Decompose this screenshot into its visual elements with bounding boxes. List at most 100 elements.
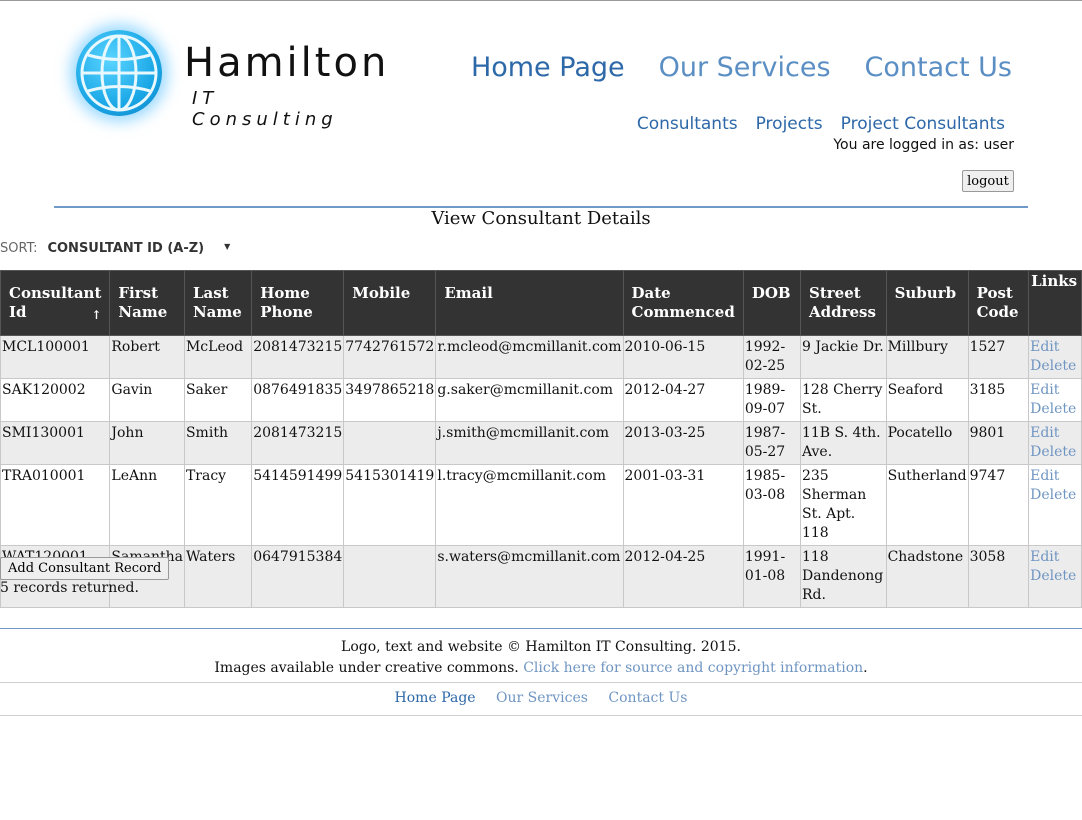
nav-our-services[interactable]: Our Services (659, 52, 831, 83)
column-header[interactable]: Suburb (885, 270, 969, 336)
footer-nav-services[interactable]: Our Services (496, 690, 588, 706)
edit-link[interactable]: Edit (1030, 338, 1080, 357)
column-header-label: Last Name (192, 284, 242, 321)
column-header[interactable]: First Name (109, 270, 185, 336)
column-header[interactable]: Consultant Id ↑ (0, 270, 111, 336)
column-header-label: Suburb (894, 284, 957, 302)
table-cell: Tracy (183, 464, 253, 546)
table-cell: LeAnn (109, 464, 185, 546)
footer-nav: Home Page Our Services Contact Us (0, 690, 1082, 706)
table-cell: Gavin (109, 378, 185, 422)
add-consultant-button[interactable]: Add Consultant Record (0, 557, 170, 580)
table-cell: SAK120002 (0, 378, 111, 422)
edit-link[interactable]: Edit (1030, 467, 1080, 486)
copyright-info-link[interactable]: Click here for source and copyright info… (523, 660, 863, 676)
table-cell: 1527 (967, 335, 1030, 379)
delete-link[interactable]: Delete (1030, 567, 1080, 586)
brand-subtitle: IT Consulting (192, 88, 338, 130)
table-cell: 7742761572 (343, 335, 437, 379)
nav-home-page[interactable]: Home Page (471, 52, 625, 83)
table-cell: 2081473215 (251, 421, 345, 465)
table-cell: 11B S. 4th. Ave. (799, 421, 887, 465)
delete-link[interactable]: Delete (1030, 400, 1080, 419)
site-logo[interactable]: Hamilton IT Consulting (64, 20, 386, 132)
table-cell: j.smith@mcmillanit.com (435, 421, 624, 465)
column-header-label: Consultant Id (9, 284, 102, 321)
table-row: TRA010001 LeAnn Tracy 5414591499 5415301419 l… (0, 464, 1082, 546)
table-cell: 2001-03-31 (622, 464, 744, 546)
footer-divider-2 (0, 682, 1082, 683)
table-cell (343, 545, 437, 608)
table-cell: Saker (183, 378, 253, 422)
delete-link[interactable]: Delete (1030, 443, 1080, 462)
table-cell: 3185 (967, 378, 1030, 422)
table-row: SAK120002 Gavin Saker 0876491835 3497865218 g… (0, 378, 1082, 422)
table-cell: SMI130001 (0, 421, 111, 465)
delete-link[interactable]: Delete (1030, 357, 1080, 376)
table-cell: 3497865218 (343, 378, 437, 422)
page-title: View Consultant Details (431, 208, 651, 229)
nav-contact-us[interactable]: Contact Us (865, 52, 1012, 83)
top-border (0, 0, 1082, 1)
sort-ascending-icon[interactable]: ↑ (91, 306, 101, 325)
subnav-consultants[interactable]: Consultants (637, 114, 738, 134)
column-header-label: DOB (751, 284, 791, 302)
table-cell: 9801 (967, 421, 1030, 465)
row-links-cell: Edit Delete (1028, 545, 1082, 608)
table-cell: MCL100001 (0, 335, 111, 379)
table-cell: 5415301419 (343, 464, 437, 546)
table-cell: 2010-06-15 (622, 335, 744, 379)
dropdown-caret-icon[interactable]: ▼ (224, 242, 230, 251)
column-header[interactable]: Date Commenced (622, 270, 744, 336)
table-cell: John (109, 421, 185, 465)
table-cell: Waters (183, 545, 253, 608)
images-text-end: . (863, 660, 868, 676)
sort-control[interactable]: SORT: CONSULTANT ID (A-Z) ▼ (0, 241, 230, 256)
edit-link[interactable]: Edit (1030, 424, 1080, 443)
edit-link[interactable]: Edit (1030, 548, 1080, 567)
table-cell: Chadstone (885, 545, 969, 608)
column-header[interactable]: Links (1028, 270, 1082, 336)
column-header-label: Date Commenced (631, 284, 735, 321)
subnav-project-consultants[interactable]: Project Consultants (841, 114, 1005, 134)
table-cell: 128 Cherry St. (799, 378, 887, 422)
footer-copyright: Logo, text and website © Hamilton IT Con… (341, 639, 741, 655)
table-cell: s.waters@mcmillanit.com (435, 545, 624, 608)
table-cell: Robert (109, 335, 185, 379)
column-header[interactable]: Street Address (799, 270, 887, 336)
footer-images-notice: Images available under creative commons.… (0, 660, 1082, 676)
table-row: MCL100001 Robert McLeod 2081473215 774276157… (0, 335, 1082, 379)
edit-link[interactable]: Edit (1030, 381, 1080, 400)
column-header-label: First Name (118, 284, 168, 321)
table-cell: 1991-01-08 (742, 545, 801, 608)
table-cell: 1992-02-25 (742, 335, 801, 379)
column-header-label: Home Phone (260, 284, 313, 321)
delete-link[interactable]: Delete (1030, 486, 1080, 505)
footer-nav-contact[interactable]: Contact Us (608, 690, 687, 706)
table-cell: l.tracy@mcmillanit.com (435, 464, 624, 546)
column-header[interactable]: Last Name (183, 270, 253, 336)
subnav-projects[interactable]: Projects (756, 114, 823, 134)
column-header[interactable]: DOB (742, 270, 801, 336)
footer-nav-home[interactable]: Home Page (395, 690, 476, 706)
table-cell: 9 Jackie Dr. (799, 335, 887, 379)
row-links-cell: Edit Delete (1028, 464, 1082, 546)
table-cell: g.saker@mcmillanit.com (435, 378, 624, 422)
sort-select-value[interactable]: CONSULTANT ID (A-Z) (47, 241, 204, 256)
column-header[interactable]: Home Phone (251, 270, 345, 336)
table-cell: 3058 (967, 545, 1030, 608)
table-cell: TRA010001 (0, 464, 111, 546)
row-links-cell: Edit Delete (1028, 378, 1082, 422)
column-header[interactable]: Email (435, 270, 624, 336)
column-header-label: Street Address (808, 284, 876, 321)
table-cell: 235 Sherman St. Apt. 118 (799, 464, 887, 546)
column-header[interactable]: Mobile (343, 270, 437, 336)
table-cell: 2012-04-27 (622, 378, 744, 422)
column-header[interactable]: Post Code (967, 270, 1030, 336)
table-cell: 2013-03-25 (622, 421, 744, 465)
logout-button[interactable]: logout (962, 170, 1014, 192)
column-header-label: Email (444, 284, 493, 302)
table-cell: Millbury (885, 335, 969, 379)
table-cell: 2081473215 (251, 335, 345, 379)
main-nav: Home Page Our Services Contact Us (471, 52, 1012, 83)
